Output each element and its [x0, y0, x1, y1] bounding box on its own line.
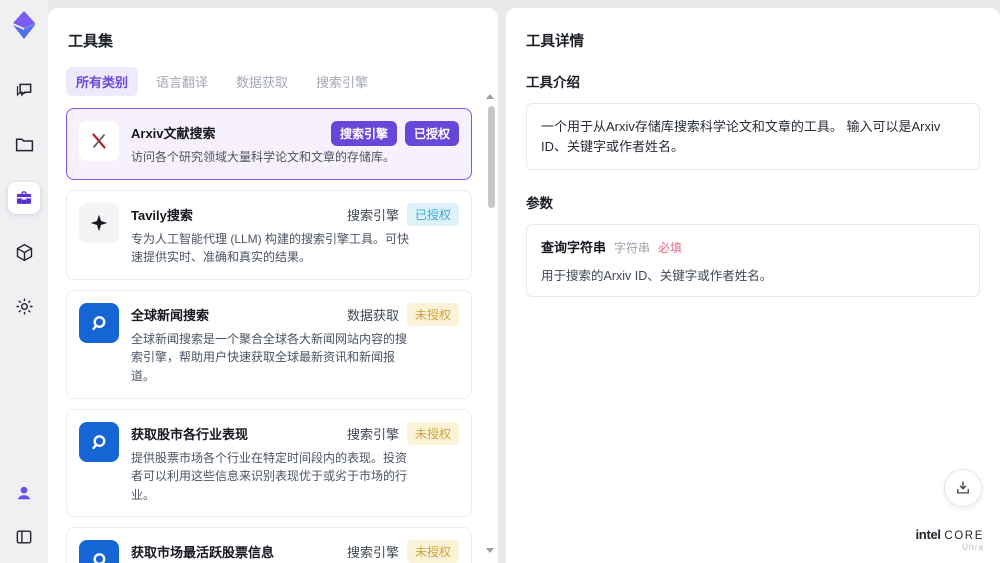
app-sidebar — [0, 0, 48, 563]
chat-icon[interactable] — [8, 74, 40, 106]
toolbox-icon[interactable] — [8, 182, 40, 214]
status-badge: 未授权 — [406, 421, 459, 445]
sparkle-logo-icon — [79, 202, 119, 243]
brand-core-text: core — [944, 529, 984, 542]
detail-title: 工具详情 — [526, 34, 584, 50]
status-badge[interactable]: 已授权 — [404, 121, 459, 146]
arxiv-logo-icon — [79, 121, 119, 161]
blue-search-logo-icon — [79, 540, 119, 563]
param-required-flag: 必填 — [658, 241, 683, 255]
tab-search-engine[interactable]: 搜索引擎 — [306, 67, 378, 96]
scroll-down-arrow-icon[interactable] — [486, 548, 494, 553]
user-icon[interactable] — [8, 477, 40, 509]
status-badge: 未授权 — [406, 540, 459, 563]
tool-list-panel: 工具集 所有类别 语言翻译 数据获取 搜索引擎 Arxiv文献搜索 访问各个研究… — [48, 8, 498, 563]
tool-description: 专为人工智能代理 (LLM) 构建的搜索引擎工具。可快速提供实时、准确和真实的结… — [131, 231, 410, 265]
blue-search-logo-icon — [79, 302, 119, 343]
tab-all-categories[interactable]: 所有类别 — [66, 67, 139, 96]
tool-card-active-stocks[interactable]: 获取市场最活跃股票信息 提供当天交易量最高的股票列表，投资者可以利用这些信息来识… — [66, 527, 472, 563]
folder-icon[interactable] — [8, 128, 40, 160]
intro-heading: 工具介绍 — [526, 75, 580, 90]
page-title: 工具集 — [68, 33, 114, 50]
tool-card-global-news[interactable]: 全球新闻搜索 全球新闻搜索是一个聚合全球各大新闻网站内容的搜索引擎，帮助用户快速… — [66, 289, 472, 399]
tab-language-translation[interactable]: 语言翻译 — [146, 67, 218, 96]
panel-toggle-icon[interactable] — [8, 521, 40, 553]
brand-intel-text: intel — [915, 526, 942, 542]
download-button[interactable] — [944, 469, 982, 507]
param-description: 用于搜索的Arxiv ID、关键字或作者姓名。 — [541, 269, 773, 283]
status-badge: 未授权 — [406, 302, 459, 326]
intro-box: 一个用于从Arxiv存储库搜索科学论文和文章的工具。 输入可以是Arxiv ID… — [526, 103, 980, 170]
category-label: 搜索引擎 — [346, 207, 399, 223]
status-badge: 已授权 — [406, 202, 459, 226]
tool-detail-panel: 工具详情 工具介绍 一个用于从Arxiv存储库搜索科学论文和文章的工具。 输入可… — [506, 8, 1000, 563]
category-tabs: 所有类别 语言翻译 数据获取 搜索引擎 — [66, 67, 484, 96]
param-name: 查询字符串 — [541, 240, 607, 255]
tool-card-arxiv[interactable]: Arxiv文献搜索 访问各个研究领域大量科学论文和文章的存储库。 搜索引擎 已授… — [66, 108, 472, 180]
category-label: 搜索引擎 — [346, 426, 399, 442]
app-logo — [9, 10, 39, 40]
tab-data-acquisition[interactable]: 数据获取 — [226, 67, 298, 96]
blue-search-logo-icon — [79, 421, 119, 462]
settings-icon[interactable] — [8, 290, 40, 322]
tool-list: Arxiv文献搜索 访问各个研究领域大量科学论文和文章的存储库。 搜索引擎 已授… — [66, 108, 472, 563]
brand-ultra-text: Ultra — [962, 543, 984, 553]
intel-core-logo: intel core Ultra — [915, 526, 985, 553]
param-box: 查询字符串 字符串 必填 用于搜索的Arxiv ID、关键字或作者姓名。 — [526, 224, 980, 297]
tool-description: 全球新闻搜索是一个聚合全球各大新闻网站内容的搜索引擎，帮助用户快速获取全球最新资… — [131, 331, 408, 383]
category-badge[interactable]: 搜索引擎 — [330, 121, 397, 146]
tool-description: 访问各个研究领域大量科学论文和文章的存储库。 — [131, 150, 396, 164]
tool-card-sector-performance[interactable]: 获取股市各行业表现 提供股票市场各个行业在特定时间段内的表现。投资者可以利用这些… — [66, 408, 472, 518]
scroll-up-arrow-icon[interactable] — [486, 94, 494, 99]
category-label: 搜索引擎 — [346, 545, 399, 561]
params-heading: 参数 — [526, 196, 553, 211]
scrollbar-thumb[interactable] — [488, 106, 495, 208]
cube-icon[interactable] — [8, 236, 40, 268]
tool-description: 提供股票市场各个行业在特定时间段内的表现。投资者可以利用这些信息来识别表现优于或… — [131, 450, 408, 502]
param-type: 字符串 — [614, 241, 651, 255]
tool-card-tavily[interactable]: Tavily搜索 专为人工智能代理 (LLM) 构建的搜索引擎工具。可快速提供实… — [66, 189, 472, 280]
download-icon — [957, 481, 969, 494]
category-label: 数据获取 — [346, 307, 399, 323]
